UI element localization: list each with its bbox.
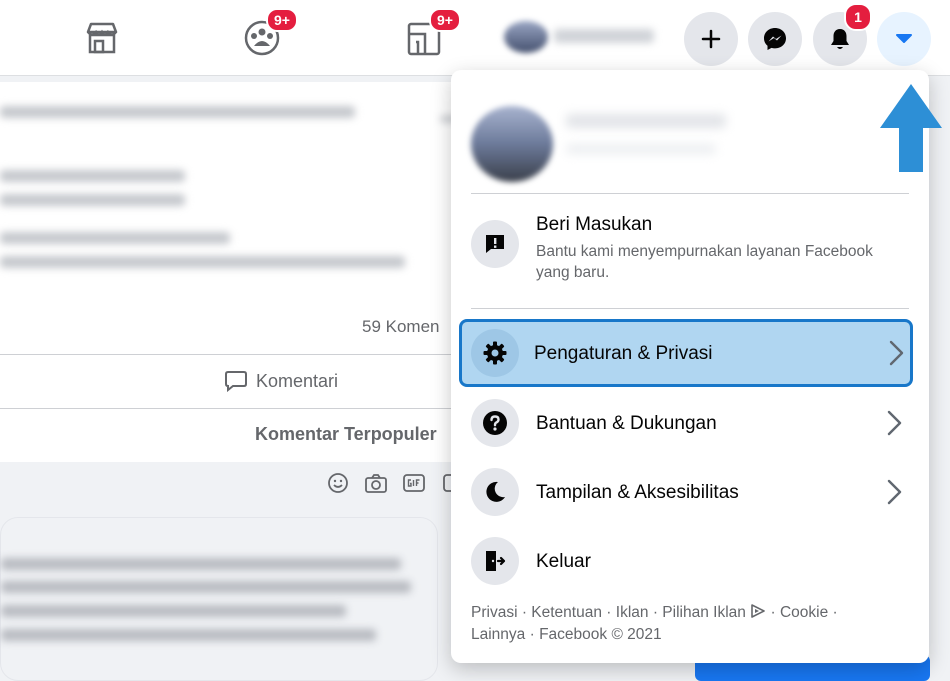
logout-icon-wrap <box>471 537 519 585</box>
terms-link[interactable]: Ketentuan <box>531 604 602 621</box>
divider <box>0 354 470 355</box>
logout-label: Keluar <box>536 551 591 572</box>
feedback-subtitle: Bantu kami menyempurnakan layanan Facebo… <box>536 243 873 281</box>
post-author-blurred <box>0 106 355 118</box>
menu-divider <box>471 308 909 309</box>
composer-toolbar <box>325 470 465 496</box>
comment-icon <box>225 371 247 392</box>
notifications-badge: 1 <box>844 3 872 31</box>
feedback-icon-wrap <box>471 220 519 268</box>
ad-choices-icon <box>751 604 765 618</box>
display-accessibility-item[interactable]: Tampilan & Aksesibilitas <box>461 458 911 526</box>
help-icon <box>483 411 507 435</box>
moon-icon <box>486 481 505 502</box>
gear-icon-wrap <box>471 329 519 377</box>
privacy-link[interactable]: Privasi <box>471 604 518 621</box>
comment-count[interactable]: 59 Komen <box>362 317 440 337</box>
marketplace-tab[interactable] <box>82 14 122 58</box>
copyright: Facebook © 2021 <box>539 626 662 643</box>
emoji-icon[interactable] <box>325 470 351 496</box>
gaming-badge: 9+ <box>429 8 461 32</box>
avatar <box>471 106 553 182</box>
create-button[interactable] <box>684 12 738 66</box>
gaming-tab[interactable]: 9+ <box>405 8 461 58</box>
cookies-link[interactable]: Cookie <box>780 604 828 621</box>
gear-icon <box>483 341 507 365</box>
caret-down-icon <box>896 34 912 43</box>
comment-sort-dropdown[interactable]: Komentar Terpopuler <box>255 424 437 445</box>
display-accessibility-label: Tampilan & Aksesibilitas <box>536 482 739 503</box>
ad-choices-link[interactable]: Pilihan Iklan <box>662 604 766 621</box>
comment-button-label: Komentari <box>256 370 339 391</box>
camera-icon[interactable] <box>363 470 389 496</box>
top-navigation-bar: 9+ 9+ 1 <box>0 0 950 76</box>
help-icon-wrap <box>471 399 519 447</box>
comment-text-blurred <box>1 558 401 570</box>
post-text-blurred <box>0 232 230 244</box>
messenger-icon <box>764 28 786 50</box>
settings-privacy-label: Pengaturan & Privasi <box>534 343 713 364</box>
notifications-button[interactable]: 1 <box>813 3 872 66</box>
post-text-blurred <box>0 170 185 182</box>
ads-link[interactable]: Iklan <box>616 604 649 621</box>
profile-shortcut[interactable] <box>500 17 660 57</box>
messenger-button[interactable] <box>748 12 802 66</box>
menu-footer: Privasi · Ketentuan · Iklan · Pilihan Ik… <box>471 604 838 643</box>
annotation-arrow-icon <box>880 84 942 172</box>
profile-row[interactable] <box>471 94 911 194</box>
help-support-label: Bantuan & Dukungan <box>536 413 717 434</box>
post-text-blurred <box>0 256 405 268</box>
account-menu-button[interactable] <box>877 12 931 66</box>
marketplace-icon <box>86 22 118 54</box>
plus-icon <box>701 29 721 49</box>
bell-icon <box>831 29 849 49</box>
moon-icon-wrap <box>471 468 519 516</box>
comment-button[interactable]: Komentari <box>224 370 338 392</box>
comment-text-blurred <box>1 581 411 593</box>
divider <box>0 408 470 409</box>
chevron-right-icon <box>887 479 902 505</box>
comment-text-blurred <box>1 605 346 617</box>
groups-badge: 9+ <box>266 8 298 32</box>
groups-tab[interactable]: 9+ <box>242 8 298 58</box>
profile-name-blurred <box>554 29 654 43</box>
feedback-icon <box>486 235 504 253</box>
logout-icon <box>486 551 506 571</box>
comment-bubble <box>0 517 438 681</box>
post-text-blurred <box>0 194 185 206</box>
avatar <box>504 21 548 53</box>
chevron-right-icon <box>887 410 902 436</box>
settings-privacy-item[interactable]: Pengaturan & Privasi <box>459 319 913 387</box>
profile-name-blurred <box>566 114 726 128</box>
chevron-right-icon <box>889 340 904 366</box>
account-dropdown-menu: Beri Masukan Bantu kami menyempurnakan l… <box>451 70 929 663</box>
menu-divider <box>471 193 909 194</box>
feedback-title: Beri Masukan <box>536 214 653 235</box>
give-feedback-item[interactable]: Beri Masukan Bantu kami menyempurnakan l… <box>461 208 911 288</box>
comment-text-blurred <box>1 629 376 641</box>
feed-post: 59 Komen Komentari Komentar Terpopuler <box>0 82 470 462</box>
more-link[interactable]: Lainnya <box>471 626 525 643</box>
help-support-item[interactable]: Bantuan & Dukungan <box>461 389 911 457</box>
gif-icon[interactable] <box>401 470 427 496</box>
profile-subtitle-blurred <box>566 144 716 154</box>
logout-item[interactable]: Keluar <box>461 527 911 595</box>
